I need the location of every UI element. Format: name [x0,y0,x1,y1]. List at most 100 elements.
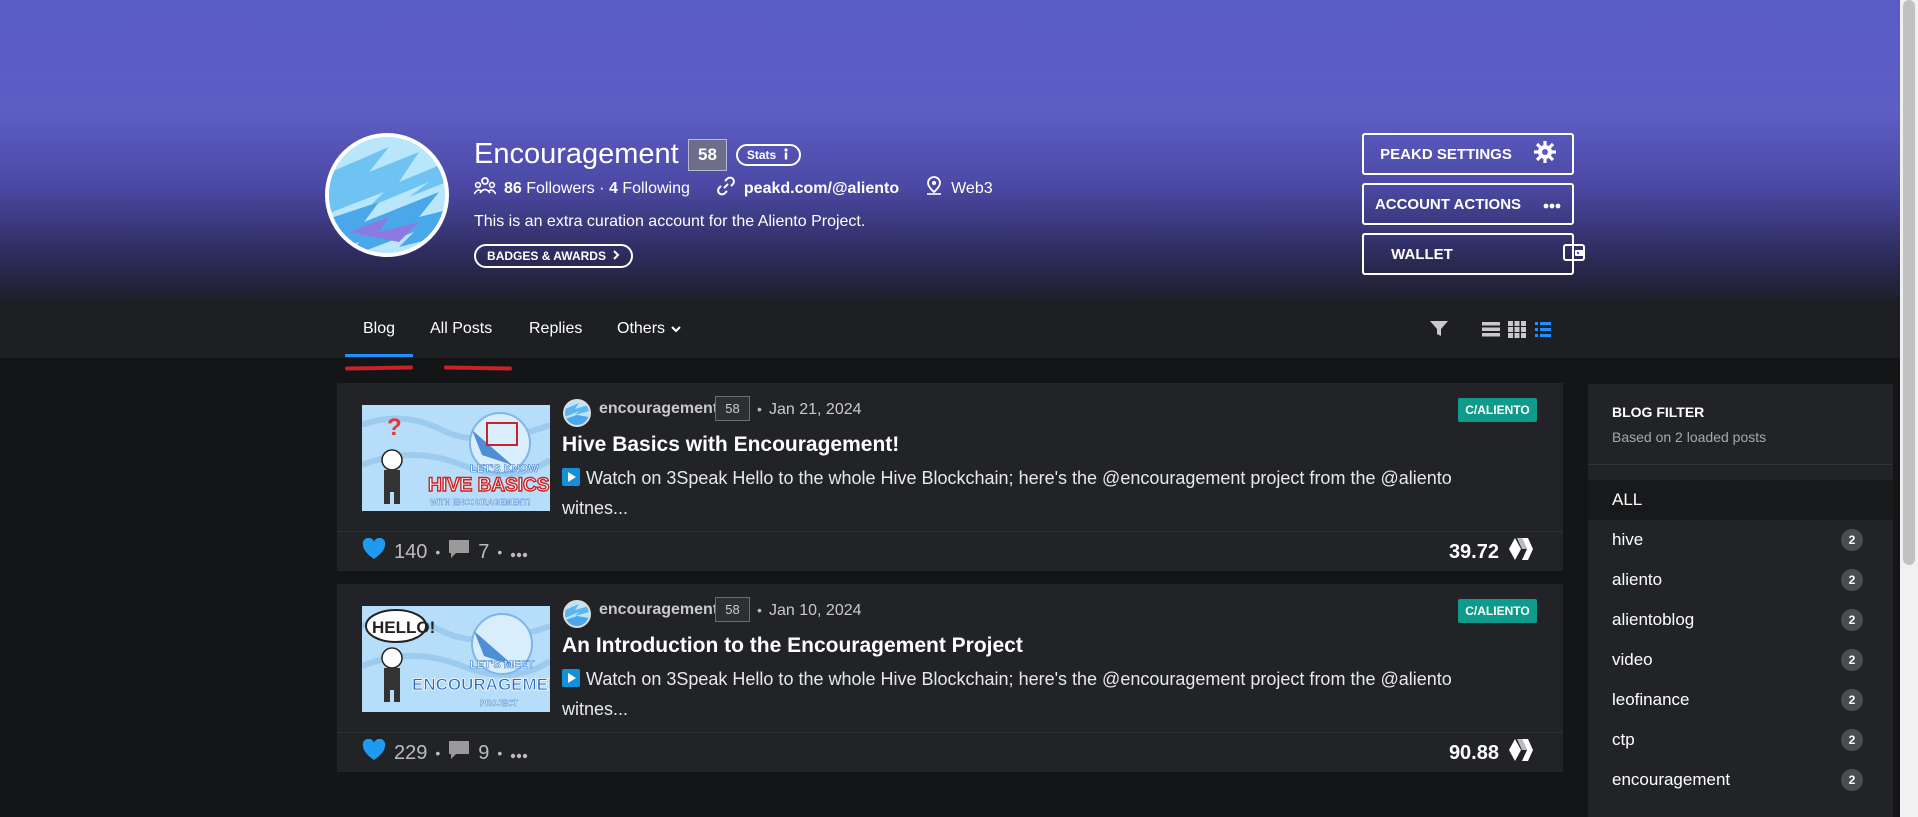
post-card[interactable]: HELLO! LET'S MEET ENCOURAGEMENT PROJECT … [337,584,1563,772]
svg-text:?: ? [387,414,402,441]
post-author[interactable]: encouragement [599,400,718,418]
location-pin-icon [925,176,943,201]
thumb-line-3: PROJECT [480,699,518,708]
account-actions-label: ACCOUNT ACTIONS [1374,195,1522,213]
post-payout[interactable]: 90.88 [1449,739,1533,767]
chevron-right-icon [612,249,620,263]
wallet-button[interactable]: WALLET [1362,233,1585,275]
tag-name: aliento [1612,570,1663,589]
post-footer-divider [337,732,1563,733]
play-icon [562,669,580,687]
stats-button[interactable]: Stats [736,144,801,166]
thumb-line-2: ENCOURAGEMENT [412,675,550,694]
grid-view-icon[interactable] [1508,321,1526,343]
red-annotation-mark [443,365,513,371]
post-excerpt[interactable]: Watch on 3Speak Hello to the whole Hive … [562,664,1502,724]
community-badge[interactable]: C/ALIENTO [1458,599,1537,623]
post-author[interactable]: encouragement [599,601,718,619]
tab-blog[interactable]: Blog [363,320,395,338]
divider [1588,464,1893,465]
tag-name: video [1612,650,1653,669]
badges-label: BADGES & AWARDS [487,249,606,263]
post-stats: 140 • 7 • [362,537,528,566]
thumb-line-1: LET'S KNOW [470,463,539,475]
filter-tag-ctp[interactable]: ctp 2 [1588,720,1893,760]
followers-link[interactable]: 86 Followers · 4 Following [473,177,690,200]
hive-logo-icon [1509,739,1533,767]
tab-others[interactable]: Others [617,320,681,338]
more-dots-icon[interactable] [510,742,528,765]
filter-tag-video[interactable]: video 2 [1588,640,1893,680]
vote-count[interactable]: 140 [394,541,427,564]
website-text: peakd.com/@aliento [743,179,900,197]
filter-all[interactable]: ALL [1588,480,1893,520]
post-title[interactable]: An Introduction to the Encouragement Pro… [562,634,1023,658]
separator-dot: • [757,602,762,618]
followers-label: Followers [526,179,595,197]
post-date: Jan 21, 2024 [769,401,862,418]
payout-value: 90.88 [1448,741,1499,764]
filter-tag-leofinance[interactable]: leofinance 2 [1588,680,1893,720]
tag-name: alientoblog [1612,610,1695,629]
post-payout[interactable]: 39.72 [1449,538,1533,566]
settings-label: PEAKD SETTINGS [1380,145,1512,163]
filter-tag-aliento[interactable]: aliento 2 [1588,560,1893,600]
comment-icon[interactable] [448,740,470,766]
filter-icon[interactable] [1430,321,1448,342]
post-excerpt[interactable]: Watch on 3Speak Hello to the whole Hive … [562,463,1502,523]
author-avatar[interactable] [563,399,591,427]
following-label: Following [622,179,690,197]
thumb-line-2: HIVE BASICS [428,475,549,496]
play-icon [562,468,580,486]
reputation-badge: 58 [688,139,727,171]
profile-banner [0,0,1900,300]
scrollbar-thumb[interactable] [1903,0,1915,565]
post-excerpt-text: Watch on 3Speak Hello to the whole Hive … [562,669,1452,719]
link-icon [716,176,736,201]
profile-bio: This is an extra curation account for th… [474,213,866,230]
profile-avatar[interactable] [325,133,449,257]
blog-filter-panel: BLOG FILTER Based on 2 loaded posts ALL … [1588,384,1893,817]
post-date: Jan 10, 2024 [769,602,862,619]
vote-count[interactable]: 229 [394,742,427,765]
post-thumbnail[interactable]: ? LET'S KNOW HIVE BASICS WITH ENCOURAGEM… [362,405,550,511]
tag-count: 2 [1841,769,1863,791]
thumb-line-3: WITH ENCOURAGEMENT! [430,498,530,507]
wallet-label: WALLET [1391,245,1453,263]
tab-all-posts[interactable]: All Posts [430,320,492,338]
comment-count[interactable]: 9 [478,742,489,765]
tag-count: 2 [1841,649,1863,671]
website-link[interactable]: peakd.com/@aliento [716,176,899,201]
filter-tag-hive[interactable]: hive 2 [1588,520,1893,560]
tab-replies[interactable]: Replies [529,320,582,338]
stats-label: Stats [746,148,777,162]
comment-count[interactable]: 7 [478,541,489,564]
tag-name: ctp [1612,730,1635,749]
separator-dot: • [757,401,762,417]
profile-meta: 86 Followers · 4 Following peakd.com/@al… [473,176,1019,201]
comment-icon[interactable] [448,539,470,565]
location-text: Web3 [951,179,993,197]
post-stats: 229 • 9 • [362,738,528,767]
post-card[interactable]: ? LET'S KNOW HIVE BASICS WITH ENCOURAGEM… [337,383,1563,571]
tag-count: 2 [1841,729,1863,751]
community-badge[interactable]: C/ALIENTO [1458,398,1537,422]
post-title[interactable]: Hive Basics with Encouragement! [562,433,899,457]
heart-icon[interactable] [362,738,386,767]
list-view-icon[interactable] [1482,322,1500,342]
author-avatar[interactable] [563,600,591,628]
filter-tag-encouragement[interactable]: encouragement 2 [1588,760,1893,800]
more-dots-icon[interactable] [510,541,528,564]
thumb-line-1: LET'S MEET [470,659,535,671]
gear-icon [1533,141,1556,167]
filter-tag-alientoblog[interactable]: alientoblog 2 [1588,600,1893,640]
badges-awards-button[interactable]: BADGES & AWARDS [474,244,633,268]
tab-others-label: Others [617,320,666,337]
account-actions-button[interactable]: ACCOUNT ACTIONS [1362,183,1574,225]
post-thumbnail[interactable]: HELLO! LET'S MEET ENCOURAGEMENT PROJECT [362,606,550,712]
compact-list-icon[interactable] [1535,322,1551,342]
payout-value: 39.72 [1448,540,1499,563]
heart-icon[interactable] [362,537,386,566]
post-excerpt-text: Watch on 3Speak Hello to the whole Hive … [562,468,1452,518]
peakd-settings-button[interactable]: PEAKD SETTINGS [1362,133,1574,175]
